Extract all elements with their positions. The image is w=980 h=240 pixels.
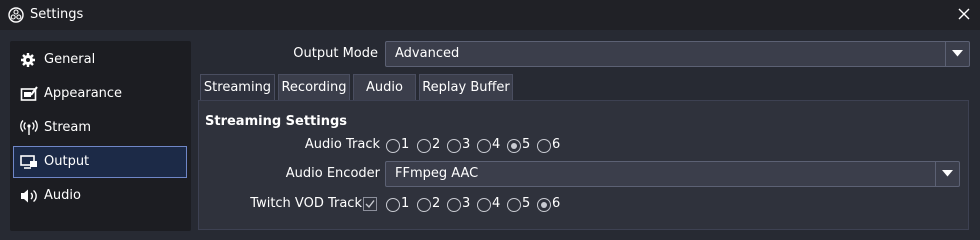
twitch-vod-option-label: 1 <box>401 196 410 211</box>
tab-audio[interactable]: Audio <box>353 74 416 100</box>
chevron-down-icon <box>942 170 953 177</box>
twitch-vod-option-label: 2 <box>432 196 441 211</box>
audio-encoder-value: FFmpeg AAC <box>395 166 479 181</box>
audio-track-option-label: 1 <box>401 137 410 152</box>
sidebar-item-label: Appearance <box>44 86 123 101</box>
twitch-vod-option-label: 3 <box>462 196 471 211</box>
audio-track-option-label: 5 <box>522 137 531 152</box>
audio-track-label: Audio Track <box>304 137 380 152</box>
sidebar-item-label: Stream <box>44 120 92 135</box>
output-mode-label: Output Mode <box>293 46 378 61</box>
sidebar-item-label: General <box>44 52 96 67</box>
gear-icon <box>21 53 35 67</box>
twitch-vod-option-label: 6 <box>552 196 561 211</box>
twitch-vod-radio-3[interactable] <box>447 198 461 212</box>
twitch-vod-radio-6[interactable] <box>537 198 551 212</box>
sidebar-item-general[interactable]: General <box>13 44 187 76</box>
close-icon[interactable] <box>954 4 974 24</box>
audio-encoder-select[interactable]: FFmpeg AAC <box>385 161 960 187</box>
audio-track-radio-6[interactable] <box>537 139 551 153</box>
audio-track-option-label: 3 <box>462 137 471 152</box>
twitch-vod-option-label: 4 <box>492 196 501 211</box>
audio-track-radio-2[interactable] <box>417 139 431 153</box>
output-mode-select[interactable]: Advanced <box>385 41 970 67</box>
obs-logo-icon <box>8 7 24 23</box>
twitch-vod-option-label: 5 <box>522 196 531 211</box>
speaker-icon <box>21 189 37 203</box>
audio-track-radio-4[interactable] <box>477 139 491 153</box>
twitch-vod-radio-5[interactable] <box>507 198 521 212</box>
title-bar: Settings <box>0 0 980 30</box>
tab-replay-buffer[interactable]: Replay Buffer <box>419 74 513 100</box>
window-title: Settings <box>30 7 84 22</box>
twitch-vod-radio-2[interactable] <box>417 198 431 212</box>
audio-track-radio-1[interactable] <box>386 139 400 153</box>
sidebar-item-appearance[interactable]: Appearance <box>13 78 187 110</box>
twitch-vod-checkbox[interactable] <box>363 197 377 211</box>
audio-track-option-label: 6 <box>552 137 561 152</box>
antenna-icon <box>20 120 38 135</box>
audio-encoder-dropdown-button[interactable] <box>935 162 959 186</box>
sidebar-item-label: Output <box>44 154 90 169</box>
appearance-icon <box>20 86 38 101</box>
audio-encoder-label: Audio Encoder <box>285 166 380 181</box>
output-icon <box>20 155 37 169</box>
tab-streaming[interactable]: Streaming <box>200 74 275 100</box>
twitch-vod-radio-4[interactable] <box>477 198 491 212</box>
output-mode-dropdown-button[interactable] <box>945 42 969 66</box>
chevron-down-icon <box>952 50 963 57</box>
audio-track-option-label: 2 <box>432 137 441 152</box>
audio-track-radio-3[interactable] <box>447 139 461 153</box>
tab-recording[interactable]: Recording <box>278 74 350 100</box>
output-mode-value: Advanced <box>395 46 460 61</box>
audio-track-option-label: 4 <box>492 137 501 152</box>
sidebar-item-label: Audio <box>44 188 81 203</box>
twitch-vod-track-label: Twitch VOD Track <box>250 196 362 211</box>
section-title: Streaming Settings <box>205 114 348 129</box>
audio-track-radio-5[interactable] <box>507 139 521 153</box>
twitch-vod-radio-1[interactable] <box>386 198 400 212</box>
